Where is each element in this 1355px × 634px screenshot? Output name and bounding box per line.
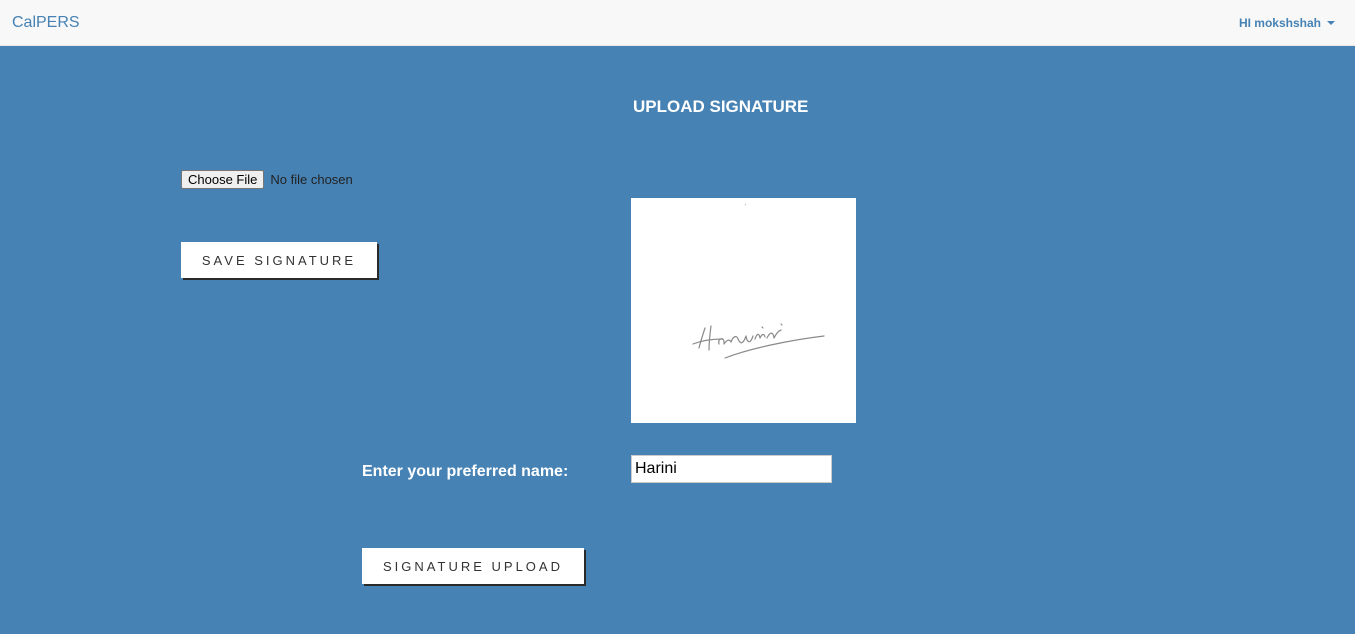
signature-upload-button[interactable]: SIGNATURE UPLOAD [362,548,584,584]
preferred-name-input[interactable] [631,455,832,483]
file-status-text: No file chosen [270,172,353,187]
main-content: UPLOAD SIGNATURE Choose File No file cho… [0,47,1355,634]
preferred-name-label: Enter your preferred name: [362,463,569,480]
top-navbar: CalPERS HI mokshshah [0,0,1355,46]
save-signature-button[interactable]: SAVE SIGNATURE [181,242,377,278]
user-greeting: HI mokshshah [1238,16,1321,30]
brand-link[interactable]: CalPERS [12,14,80,32]
caret-down-icon [1327,21,1335,25]
page-title: UPLOAD SIGNATURE [633,97,809,116]
user-menu-dropdown[interactable]: HI mokshshah [1239,16,1335,30]
signature-preview [631,198,856,423]
choose-file-button[interactable]: Choose File [181,170,265,189]
signature-image [692,203,825,359]
file-input[interactable]: Choose File No file chosen [181,170,353,189]
